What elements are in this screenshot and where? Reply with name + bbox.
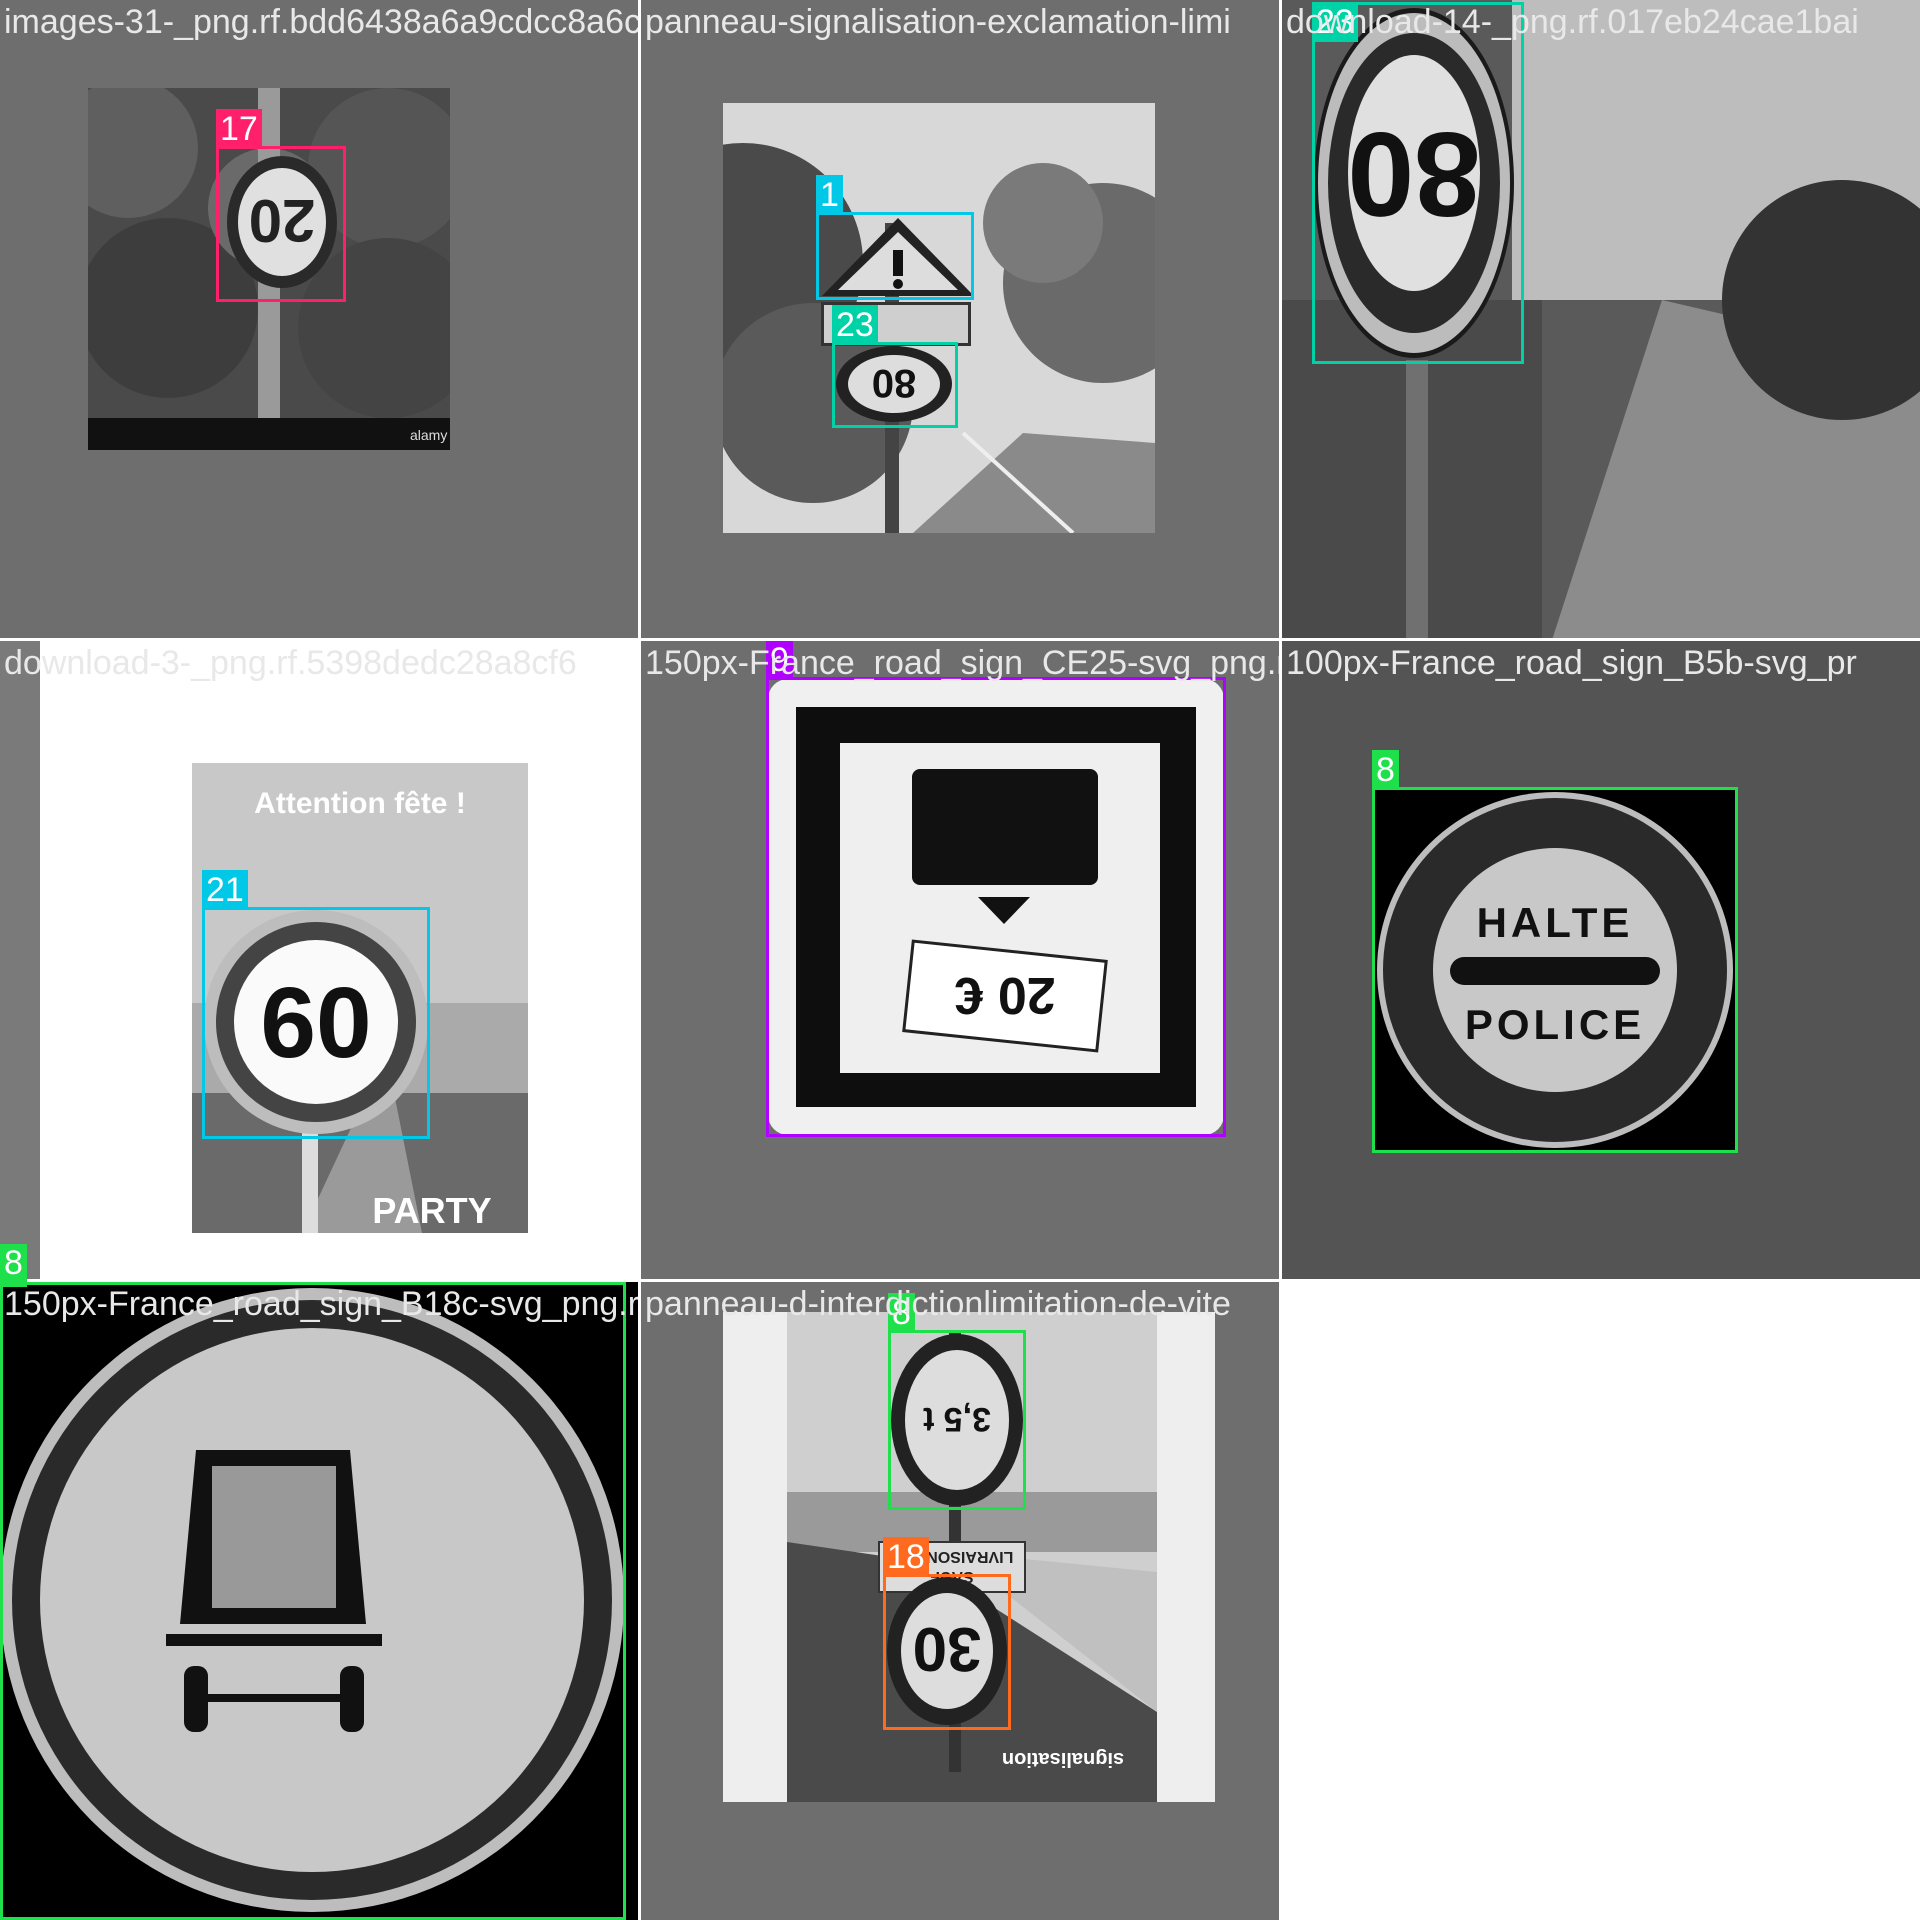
class-label: 18 (883, 1537, 929, 1577)
tile-5: 150px-France_road_sign_CE25-svg_png.rf 2… (641, 641, 1279, 1279)
tile-1: images-31-_png.rf.bdd6438a6a9cdcc8a6c236… (0, 0, 638, 638)
tile-3: download-14-_png.rf.017eb24cae1bai 80 23 (1282, 0, 1920, 638)
tile-4: download-3-_png.rf.5398dedc28a8cf6 Atten… (0, 641, 638, 1279)
tile-title: panneau-signalisation-exclamation-limi (645, 3, 1231, 41)
tile-title: 150px-France_road_sign_CE25-svg_png.rf (645, 644, 1279, 682)
class-label: 23 (832, 305, 878, 345)
tile-title: download-14-_png.rf.017eb24cae1bai (1286, 3, 1859, 41)
class-label: 8 (1372, 750, 1399, 790)
class-label: 21 (202, 870, 248, 910)
detection-box: 1 (816, 175, 974, 300)
tile-2: panneau-signalisation-exclamation-limi 8… (641, 0, 1279, 638)
detection-box: 8 (1372, 750, 1738, 1153)
class-label-outer: 8 (0, 1244, 27, 1282)
edge-strip (0, 641, 40, 1279)
tile-8: SAUF LIVRAISONS ET signalisation panneau… (641, 1282, 1279, 1920)
tile-title: 150px-France_road_sign_B18c-svg_png.rf (4, 1285, 638, 1323)
road-text: PARTY (372, 1190, 491, 1231)
tile-title: images-31-_png.rf.bdd6438a6a9cdcc8a6c236 (4, 3, 638, 41)
detection-box: 8 (0, 1282, 626, 1920)
detection-box: 21 (202, 870, 430, 1139)
detection-box: 23 (1312, 2, 1524, 364)
tile-title: panneau-d-interdictionlimitation-de-vite (645, 1285, 1231, 1323)
tile-title: 100px-France_road_sign_B5b-svg_pr (1286, 644, 1857, 682)
detection-box: 18 (883, 1537, 1011, 1730)
detection-box: 23 (832, 305, 958, 428)
poster-heading: Attention fête ! (254, 787, 466, 820)
class-label: 1 (816, 175, 843, 215)
detection-box: 17 (216, 109, 346, 302)
watermark-text: alamy (410, 427, 447, 443)
tile-title: download-3-_png.rf.5398dedc28a8cf6 (4, 644, 577, 682)
detection-box: 8 (888, 1293, 1026, 1510)
class-label: 17 (216, 109, 262, 149)
brand-text: signalisation (1002, 1748, 1124, 1770)
tile-7: 150px-France_road_sign_B18c-svg_png.rf 8 (0, 1282, 638, 1920)
tile-6: 100px-France_road_sign_B5b-svg_pr HALTE … (1282, 641, 1920, 1279)
detection-box: 9 (766, 641, 1226, 1137)
